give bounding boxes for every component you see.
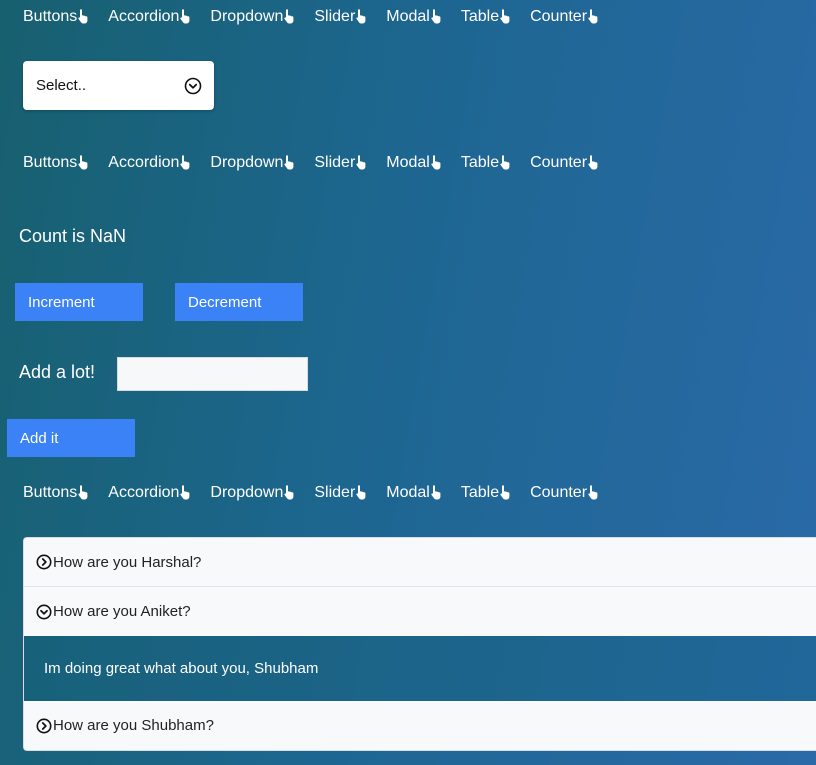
- add-amount-input[interactable]: [117, 357, 308, 391]
- pointing-hand-icon: [78, 485, 88, 500]
- accordion-item-header[interactable]: How are you Shubham?: [24, 701, 816, 750]
- nav-item-label: Table: [460, 154, 500, 171]
- nav-item-table[interactable]: Table: [461, 154, 513, 172]
- nav-item-label: Table: [460, 8, 500, 25]
- pointing-hand-icon: [180, 155, 190, 170]
- nav-item-modal[interactable]: Modal: [386, 8, 444, 26]
- decrement-button[interactable]: Decrement: [175, 283, 303, 321]
- nav-item-label: Table: [460, 484, 500, 501]
- nav-item-label: Dropdown: [210, 8, 284, 25]
- pointing-hand-icon: [284, 9, 294, 24]
- pointing-hand-icon: [78, 9, 88, 24]
- pointing-hand-icon: [588, 485, 598, 500]
- nav-item-label: Buttons: [23, 484, 78, 501]
- pointing-hand-icon: [588, 9, 598, 24]
- nav-item-slider[interactable]: Slider: [314, 484, 369, 502]
- nav-item-label: Modal: [386, 154, 430, 171]
- add-a-lot-label: Add a lot!: [19, 362, 96, 382]
- pointing-hand-icon: [500, 155, 510, 170]
- nav-bar-middle: Buttons Accordion Dropdown Slider Modal …: [23, 151, 618, 175]
- nav-item-label: Modal: [386, 8, 430, 25]
- nav-item-label: Slider: [314, 8, 356, 25]
- chevron-right-circle-icon: [36, 554, 52, 570]
- dropdown-label: Select..: [36, 77, 87, 94]
- chevron-right-circle-icon: [36, 718, 52, 733]
- pointing-hand-icon: [284, 155, 294, 170]
- nav-item-label: Buttons: [23, 154, 78, 171]
- accordion-question: How are you Aniket?: [53, 603, 191, 620]
- nav-item-accordion[interactable]: Accordion: [108, 8, 193, 26]
- nav-item-label: Modal: [386, 484, 430, 501]
- nav-item-buttons[interactable]: Buttons: [23, 154, 91, 172]
- nav-item-dropdown[interactable]: Dropdown: [210, 8, 297, 26]
- count-display: Count is NaN: [19, 226, 127, 246]
- accordion: How are you Harshal? How are you Aniket?…: [23, 537, 816, 751]
- pointing-hand-icon: [431, 9, 441, 24]
- nav-item-counter[interactable]: Counter: [530, 8, 601, 26]
- nav-item-slider[interactable]: Slider: [314, 154, 369, 172]
- pointing-hand-icon: [500, 485, 510, 500]
- pointing-hand-icon: [356, 9, 366, 24]
- pointing-hand-icon: [180, 485, 190, 500]
- accordion-item-header[interactable]: How are you Harshal?: [24, 538, 816, 587]
- nav-item-dropdown[interactable]: Dropdown: [210, 154, 297, 172]
- nav-item-dropdown[interactable]: Dropdown: [210, 484, 297, 502]
- nav-item-label: Slider: [314, 154, 356, 171]
- chevron-down-circle-icon: [184, 77, 202, 94]
- nav-item-label: Counter: [530, 484, 588, 501]
- nav-item-slider[interactable]: Slider: [314, 8, 369, 26]
- nav-item-accordion[interactable]: Accordion: [108, 484, 193, 502]
- nav-item-label: Dropdown: [210, 484, 284, 501]
- add-it-button[interactable]: Add it: [7, 419, 135, 457]
- nav-item-buttons[interactable]: Buttons: [23, 8, 91, 26]
- pointing-hand-icon: [284, 485, 294, 500]
- select-dropdown[interactable]: Select..: [23, 61, 214, 110]
- nav-item-label: Dropdown: [210, 154, 284, 171]
- nav-item-buttons[interactable]: Buttons: [23, 484, 91, 502]
- pointing-hand-icon: [588, 155, 598, 170]
- pointing-hand-icon: [431, 155, 441, 170]
- nav-bar-top: Buttons Accordion Dropdown Slider Modal …: [23, 5, 618, 29]
- accordion-item-header[interactable]: How are you Aniket?: [24, 587, 816, 636]
- nav-item-label: Counter: [530, 154, 588, 171]
- pointing-hand-icon: [356, 485, 366, 500]
- accordion-answer: Im doing great what about you, Shubham: [24, 636, 816, 701]
- accordion-question: How are you Shubham?: [53, 717, 214, 734]
- increment-button[interactable]: Increment: [15, 283, 143, 321]
- nav-bar-bottom: Buttons Accordion Dropdown Slider Modal …: [23, 481, 618, 505]
- nav-item-label: Accordion: [108, 8, 180, 25]
- chevron-down-circle-icon: [36, 604, 52, 619]
- nav-item-modal[interactable]: Modal: [386, 154, 444, 172]
- nav-item-label: Counter: [530, 8, 588, 25]
- nav-item-modal[interactable]: Modal: [386, 484, 444, 502]
- nav-item-label: Accordion: [108, 154, 180, 171]
- nav-item-counter[interactable]: Counter: [530, 484, 601, 502]
- nav-item-counter[interactable]: Counter: [530, 154, 601, 172]
- pointing-hand-icon: [180, 9, 190, 24]
- nav-item-label: Accordion: [108, 484, 180, 501]
- pointing-hand-icon: [78, 155, 88, 170]
- pointing-hand-icon: [500, 9, 510, 24]
- nav-item-accordion[interactable]: Accordion: [108, 154, 193, 172]
- nav-item-table[interactable]: Table: [461, 484, 513, 502]
- accordion-question: How are you Harshal?: [53, 553, 202, 571]
- nav-item-label: Buttons: [23, 8, 78, 25]
- pointing-hand-icon: [431, 485, 441, 500]
- pointing-hand-icon: [356, 155, 366, 170]
- nav-item-table[interactable]: Table: [461, 8, 513, 26]
- nav-item-label: Slider: [314, 484, 356, 501]
